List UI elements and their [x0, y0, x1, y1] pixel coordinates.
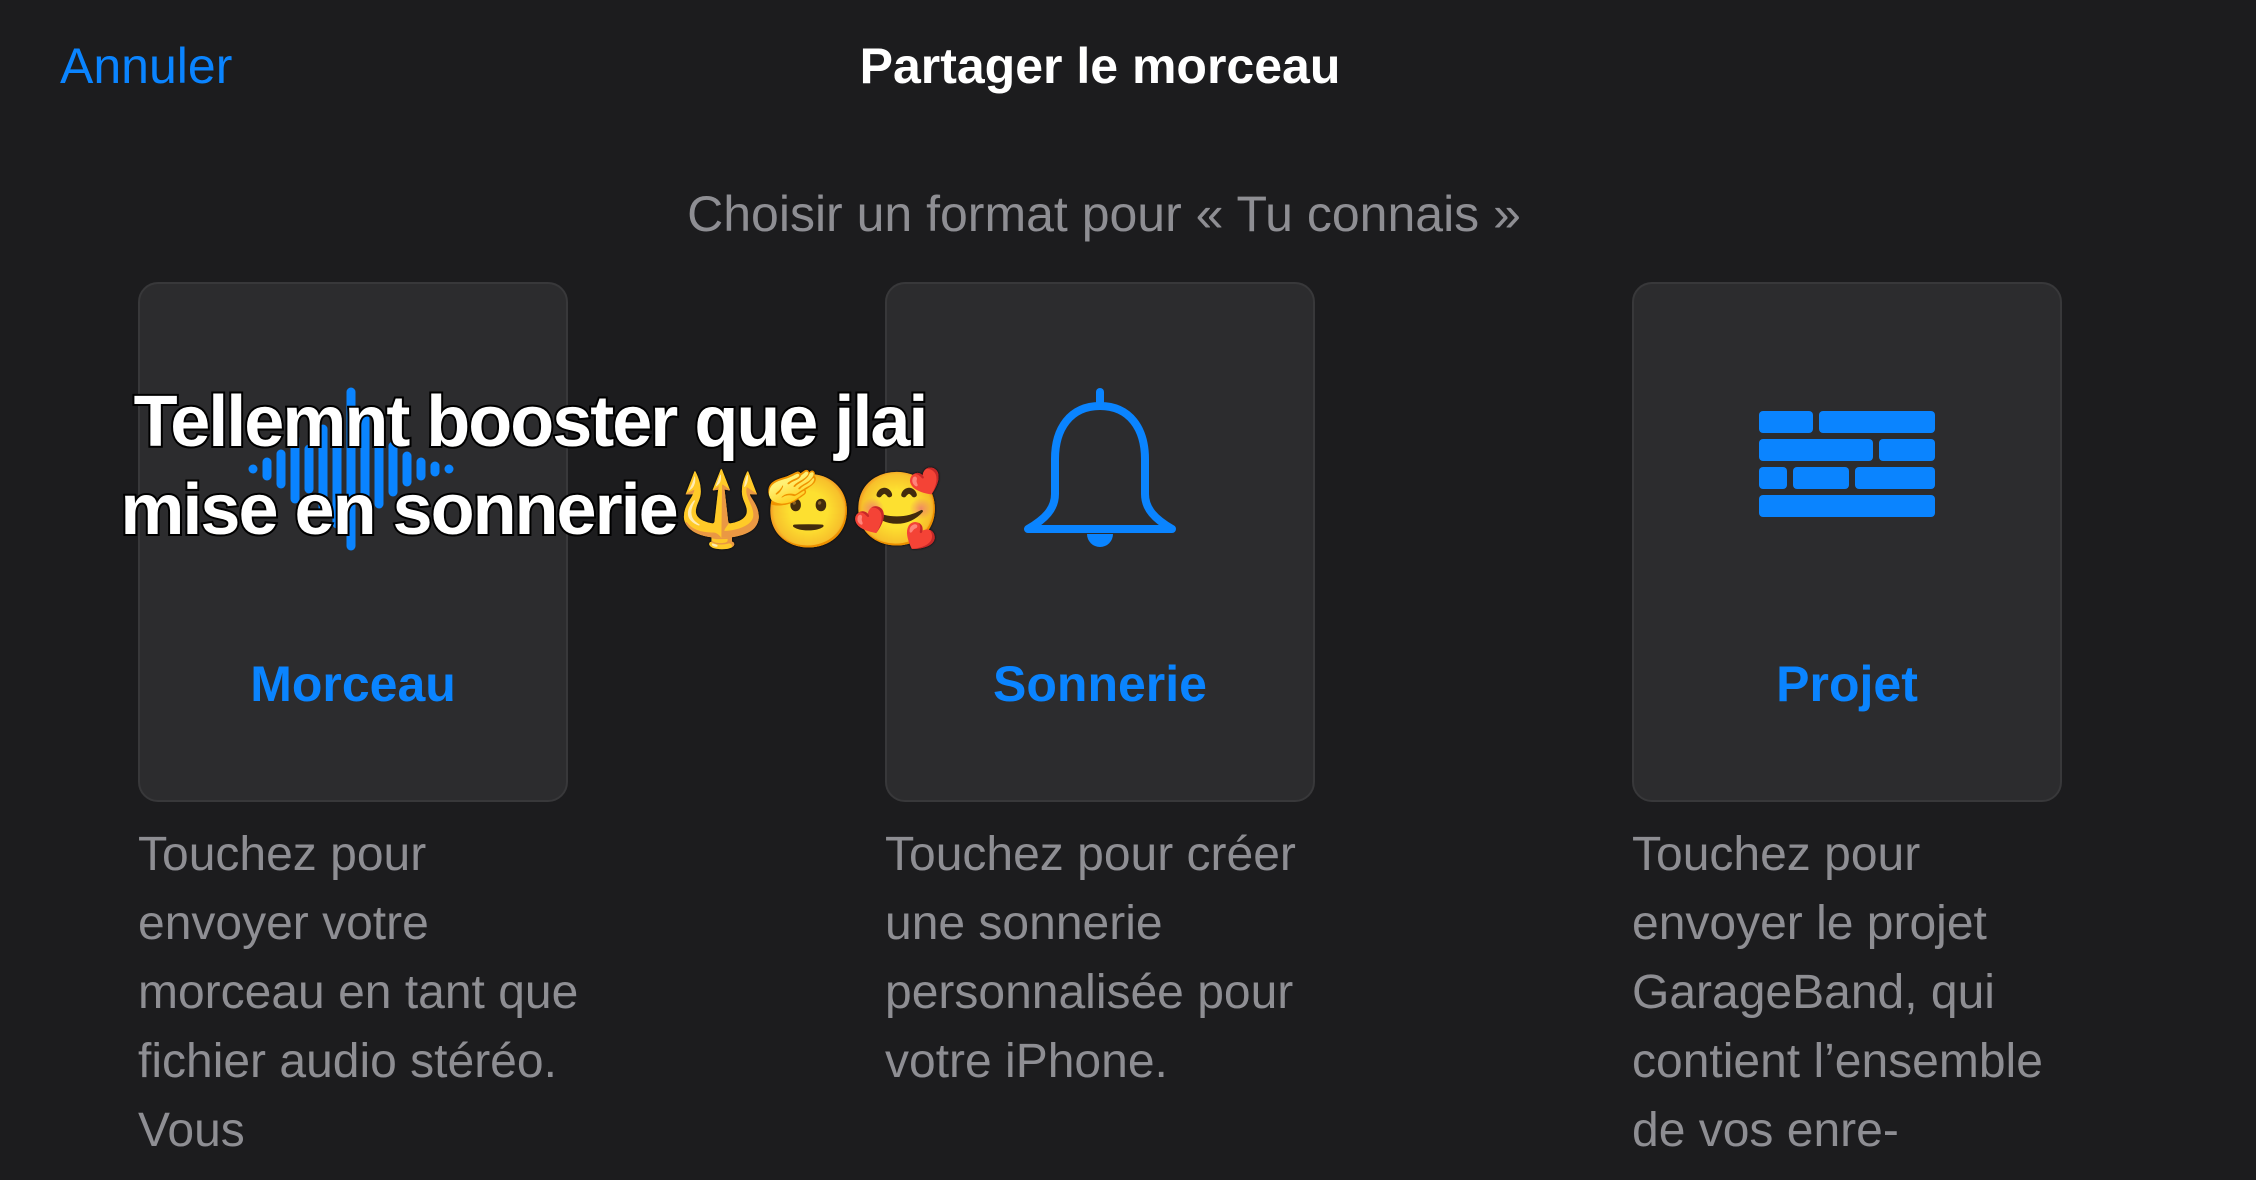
format-option-description: Touchez pour envoyer votre morceau en ta… [138, 828, 579, 1157]
format-option-label: Morceau [250, 656, 456, 712]
bricks-icon [1634, 384, 2060, 554]
page-title: Partager le morceau [859, 38, 1341, 94]
overlay-caption: Tellemnt booster que jlai mise en sonner… [118, 380, 943, 552]
format-option-description: Touchez pour créer une sonnerie personna… [885, 828, 1296, 1088]
format-option-label: Sonnerie [993, 656, 1207, 712]
share-song-screen: Annuler Partager le morceau Choisir un f… [0, 0, 2256, 1180]
format-prompt: Choisir un format pour « Tu connais » [687, 186, 1521, 242]
format-option-description: Touchez pour envoyer le projet GarageBan… [1632, 828, 2043, 1157]
format-option-project[interactable]: Projet [1632, 282, 2062, 802]
format-option-label: Projet [1776, 656, 1918, 712]
